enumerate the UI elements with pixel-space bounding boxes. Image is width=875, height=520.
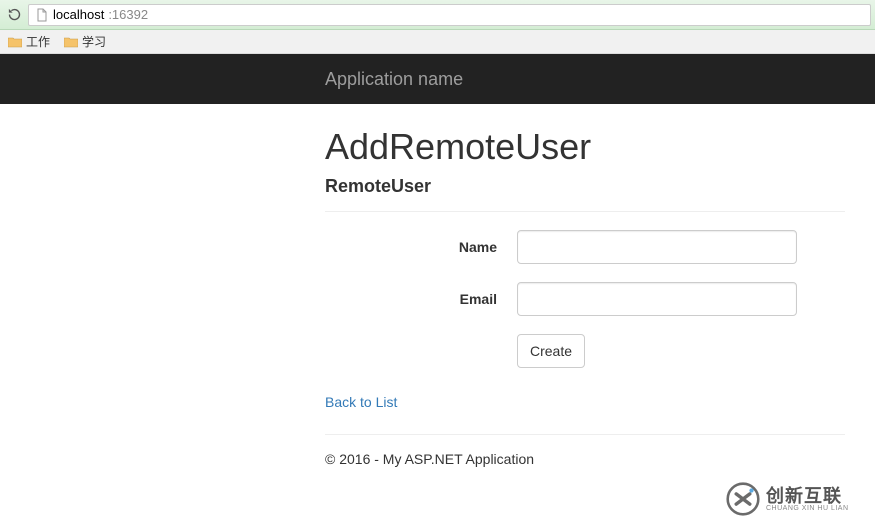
folder-icon: [8, 36, 22, 48]
url-port: :16392: [108, 7, 148, 22]
watermark-text-sub: CHUANG XIN HU LIAN: [766, 505, 849, 512]
back-to-list-link[interactable]: Back to List: [325, 394, 397, 410]
create-button[interactable]: Create: [517, 334, 585, 368]
watermark-logo-icon: [726, 482, 760, 516]
bookmarks-bar: 工作 学习: [0, 30, 875, 54]
url-box[interactable]: localhost :16392: [28, 4, 871, 26]
page-icon: [35, 8, 49, 22]
name-label: Name: [325, 239, 517, 255]
reload-icon[interactable]: [4, 5, 24, 25]
folder-icon: [64, 36, 78, 48]
bookmark-label: 学习: [82, 33, 106, 50]
form-row-name: Name: [325, 230, 845, 264]
page-title: AddRemoteUser: [325, 126, 845, 168]
bookmark-work[interactable]: 工作: [8, 33, 50, 50]
email-label: Email: [325, 291, 517, 307]
bookmark-study[interactable]: 学习: [64, 33, 106, 50]
main-container: AddRemoteUser RemoteUser Name Email Crea…: [0, 104, 875, 467]
watermark-text-main: 创新互联: [766, 487, 849, 505]
page-subtitle: RemoteUser: [325, 176, 845, 197]
watermark: 创新互联 CHUANG XIN HU LIAN: [720, 478, 875, 520]
bookmark-label: 工作: [26, 33, 50, 50]
footer-text: © 2016 - My ASP.NET Application: [325, 451, 845, 467]
navbar: Application name: [0, 54, 875, 104]
form-row-email: Email: [325, 282, 845, 316]
form-actions: Create: [325, 334, 845, 368]
navbar-brand[interactable]: Application name: [325, 69, 463, 90]
url-host: localhost: [53, 7, 104, 22]
name-input[interactable]: [517, 230, 797, 264]
footer-divider: [325, 434, 845, 435]
email-input[interactable]: [517, 282, 797, 316]
browser-address-bar: localhost :16392: [0, 0, 875, 30]
divider: [325, 211, 845, 212]
